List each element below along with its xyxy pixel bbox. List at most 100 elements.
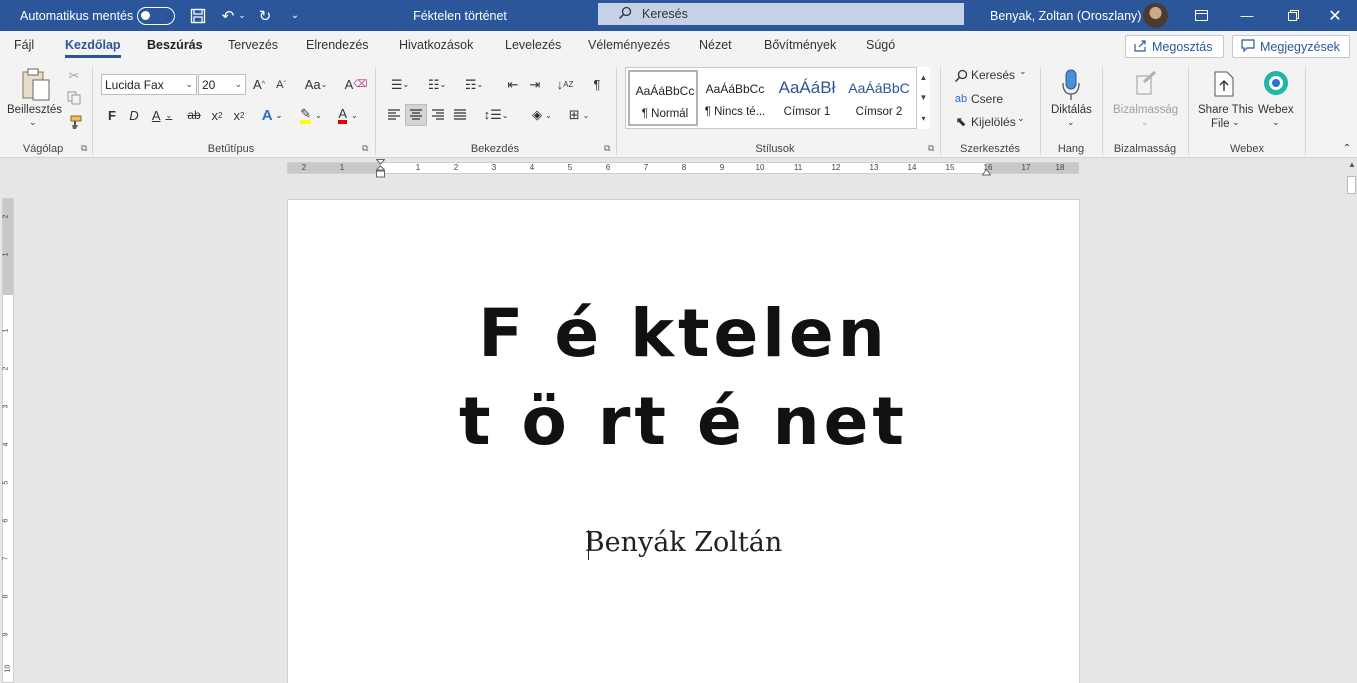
increase-indent-icon[interactable]: ⇥ [525, 74, 545, 95]
document-page[interactable]: F é ktelen t ö rt é net Benyák Zoltán [287, 199, 1080, 683]
autosave-toggle[interactable] [137, 0, 175, 31]
dictate-label[interactable]: Diktálás [1051, 104, 1092, 116]
italic-icon[interactable]: D [125, 104, 143, 126]
avatar[interactable] [1143, 3, 1168, 28]
format-painter-icon[interactable] [65, 113, 83, 131]
superscript-icon[interactable]: x2 [229, 104, 249, 126]
horizontal-ruler[interactable]: 2 1 1 2 3 4 5 6 7 8 9 10 11 12 13 14 15 … [287, 159, 1079, 178]
ribbon-display-icon[interactable] [1178, 0, 1224, 31]
clear-formatting-icon[interactable]: A ⌫ [345, 74, 368, 95]
change-case-icon[interactable]: Aa ⌄ [300, 74, 332, 95]
document-heading[interactable]: F é ktelen t ö rt é net [288, 290, 1079, 466]
select-icon[interactable]: ⬉ [953, 113, 969, 131]
tab-file[interactable]: Fájl [14, 38, 34, 52]
paste-dropdown-icon[interactable]: ⌄ [29, 117, 37, 128]
bullets-icon[interactable]: ☰ ⌄ [384, 74, 416, 95]
redo-icon[interactable]: ↻ [254, 0, 276, 31]
minimize-icon[interactable]: — [1224, 0, 1270, 31]
tab-addins[interactable]: Bővítmények [764, 38, 836, 52]
style-normal[interactable]: AaÁáBbCc ¶ Normál [628, 70, 698, 126]
font-size-select[interactable]: 20 ⌄ [198, 74, 246, 95]
webex-dropdown-icon[interactable]: ⌄ [1272, 117, 1280, 128]
collapse-ribbon-icon[interactable]: ⌃ [1340, 141, 1354, 155]
style-no-spacing[interactable]: AaÁáBbCc ¶ Nincs té... [700, 70, 770, 126]
align-right-icon[interactable] [428, 104, 448, 126]
tab-layout[interactable]: Elrendezés [306, 38, 369, 52]
strikethrough-icon[interactable]: ab [183, 104, 205, 126]
sort-icon[interactable]: ↓ AZ [554, 74, 576, 95]
select-label[interactable]: Kijelölés [971, 115, 1016, 129]
microphone-icon[interactable] [1060, 67, 1082, 103]
close-icon[interactable]: ✕ [1313, 0, 1357, 31]
cut-icon[interactable]: ✂ [65, 67, 83, 85]
tab-insert[interactable]: Beszúrás [147, 38, 203, 52]
webex-icon[interactable] [1262, 69, 1290, 97]
select-dropdown-icon[interactable]: ⌄ [1017, 113, 1025, 124]
tab-help[interactable]: Súgó [866, 38, 895, 52]
search-box[interactable]: Keresés [598, 3, 964, 25]
dictate-dropdown-icon[interactable]: ⌄ [1067, 117, 1075, 128]
line-spacing-icon[interactable]: ↕☰ ⌄ [480, 104, 512, 126]
find-dropdown-icon[interactable]: ⌄ [1019, 66, 1027, 77]
font-name-select[interactable]: Lucida Fax ⌄ [101, 74, 197, 95]
grow-font-icon[interactable]: A ^ [249, 74, 269, 95]
styles-scroll-up-icon[interactable]: ▲ [916, 67, 930, 87]
clipboard-launcher-icon[interactable]: ⧉ [81, 143, 87, 154]
shading-icon[interactable]: ◈ ⌄ [525, 104, 559, 126]
font-launcher-icon[interactable]: ⧉ [362, 143, 368, 154]
tab-view[interactable]: Nézet [699, 38, 732, 52]
right-indent-marker-icon[interactable] [981, 166, 992, 176]
paste-label[interactable]: Beillesztés [7, 104, 62, 116]
shrink-font-icon[interactable]: Aˇ [271, 74, 291, 95]
share-file-label-2[interactable]: File [1211, 118, 1230, 130]
tab-review[interactable]: Véleményezés [588, 38, 670, 52]
vertical-ruler[interactable]: 2 1 1 2 3 4 5 6 7 8 9 10 [2, 198, 14, 683]
style-heading-2[interactable]: AaÁáBbC Címsor 2 [844, 70, 914, 126]
tab-design[interactable]: Tervezés [228, 38, 278, 52]
decrease-indent-icon[interactable]: ⇤ [503, 74, 523, 95]
numbering-icon[interactable]: ☷ ⌄ [421, 74, 453, 95]
align-left-icon[interactable] [384, 104, 404, 126]
restore-icon[interactable] [1270, 0, 1316, 31]
multilevel-list-icon[interactable]: ☶ ⌄ [458, 74, 490, 95]
tab-references[interactable]: Hivatkozások [399, 38, 473, 52]
styles-more-icon[interactable]: ▾ [916, 107, 930, 129]
text-effects-icon[interactable]: A ⌄ [257, 104, 287, 126]
find-label[interactable]: Keresés [971, 68, 1015, 82]
tab-home[interactable]: Kezdőlap [65, 38, 121, 58]
vertical-scrollbar[interactable]: ▲ [1346, 160, 1357, 683]
user-name[interactable]: Benyak, Zoltan (Oroszlany) [990, 0, 1141, 31]
share-button[interactable]: Megosztás [1125, 35, 1224, 58]
subscript-icon[interactable]: x2 [207, 104, 227, 126]
scrollbar-thumb[interactable] [1347, 176, 1356, 194]
align-center-icon[interactable] [405, 104, 427, 126]
justify-icon[interactable] [450, 104, 470, 126]
webex-label[interactable]: Webex [1258, 104, 1294, 116]
share-file-dropdown-icon[interactable]: ⌄ [1232, 117, 1240, 128]
find-icon[interactable] [953, 67, 969, 85]
styles-launcher-icon[interactable]: ⧉ [928, 143, 934, 154]
show-formatting-icon[interactable]: ¶ [587, 74, 607, 95]
borders-icon[interactable]: ⊞ ⌄ [562, 104, 596, 126]
paragraph-launcher-icon[interactable]: ⧉ [604, 143, 610, 154]
replace-label[interactable]: Csere [971, 92, 1003, 106]
font-color-icon[interactable]: A ⌄ [331, 104, 365, 126]
tab-mailings[interactable]: Levelezés [505, 38, 561, 52]
styles-scroll-down-icon[interactable]: ▼ [916, 87, 930, 107]
share-file-icon[interactable] [1213, 69, 1235, 99]
bold-icon[interactable]: F [103, 104, 121, 126]
scroll-up-icon[interactable]: ▲ [1348, 160, 1356, 169]
style-heading-1[interactable]: AaÁáBł Címsor 1 [772, 70, 842, 126]
paste-icon[interactable] [18, 67, 54, 103]
copy-icon[interactable] [65, 89, 83, 107]
highlight-icon[interactable]: ✎ ⌄ [294, 104, 328, 126]
underline-icon[interactable]: A ⌄ [147, 104, 177, 126]
indent-marker-icon[interactable] [375, 159, 386, 179]
save-icon[interactable] [187, 0, 209, 31]
document-author[interactable]: Benyák Zoltán [288, 527, 1079, 558]
replace-icon[interactable]: ab [953, 90, 969, 108]
customize-qat-icon[interactable]: ⌄ [284, 0, 306, 31]
share-file-label-1[interactable]: Share This [1198, 104, 1253, 116]
comments-button[interactable]: Megjegyzések [1232, 35, 1350, 58]
undo-dropdown-icon[interactable]: ⌄ [236, 0, 248, 31]
